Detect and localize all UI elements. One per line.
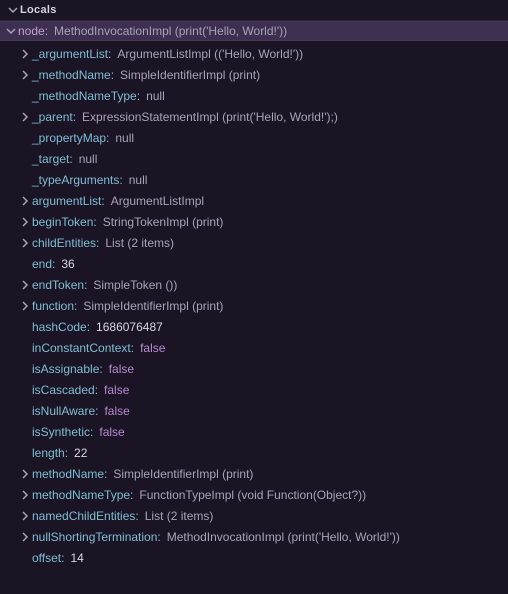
property-key: _methodNameType: <box>32 88 140 104</box>
tree-row: length: 22 <box>0 442 508 463</box>
property-key: beginToken: <box>32 214 97 230</box>
panel-header[interactable]: Locals <box>0 0 508 21</box>
tree-row: inConstantContext: false <box>0 337 508 358</box>
chevron-right-icon[interactable] <box>18 469 32 479</box>
property-value: ArgumentListImpl <box>111 193 204 209</box>
property-value: 14 <box>70 550 83 566</box>
property-key: length: <box>32 445 68 461</box>
property-key: _argumentList: <box>32 46 111 62</box>
tree-row: isNullAware: false <box>0 400 508 421</box>
tree-row: _target: null <box>0 148 508 169</box>
tree-row[interactable]: nullShortingTermination: MethodInvocation… <box>0 526 508 547</box>
property-value: null <box>146 88 165 104</box>
property-key: offset: <box>32 550 64 566</box>
chevron-right-icon[interactable] <box>18 301 32 311</box>
chevron-down-icon[interactable] <box>4 26 18 36</box>
property-value: false <box>140 340 165 356</box>
property-key: methodNameType: <box>32 487 133 503</box>
property-key: _propertyMap: <box>32 130 109 146</box>
property-value: StringTokenImpl (print) <box>103 214 224 230</box>
property-value: null <box>79 151 98 167</box>
tree-row[interactable]: _argumentList: ArgumentListImpl (('Hello,… <box>0 43 508 64</box>
tree-row[interactable]: argumentList: ArgumentListImpl <box>0 190 508 211</box>
tree-row: isSynthetic: false <box>0 421 508 442</box>
root-node-row[interactable]: node: MethodInvocationImpl (print('Hello… <box>0 21 508 41</box>
property-key: _parent: <box>32 109 76 125</box>
tree-row[interactable]: endToken: SimpleToken ()) <box>0 274 508 295</box>
tree-row[interactable]: methodNameType: FunctionTypeImpl (void Fu… <box>0 484 508 505</box>
chevron-right-icon[interactable] <box>18 280 32 290</box>
property-key: namedChildEntities: <box>32 508 139 524</box>
property-value: 22 <box>74 445 87 461</box>
property-value: SimpleIdentifierImpl (print) <box>113 466 253 482</box>
chevron-right-icon[interactable] <box>18 112 32 122</box>
property-key: _target: <box>32 151 73 167</box>
property-key: isSynthetic: <box>32 424 93 440</box>
chevron-right-icon[interactable] <box>18 217 32 227</box>
property-value: 36 <box>61 256 74 272</box>
property-value: false <box>109 361 134 377</box>
property-key: end: <box>32 256 55 272</box>
property-value: null <box>129 172 148 188</box>
tree-row: hashCode: 1686076487 <box>0 316 508 337</box>
tree-row[interactable]: namedChildEntities: List (2 items) <box>0 505 508 526</box>
property-value: SimpleIdentifierImpl (print) <box>83 298 223 314</box>
property-key: childEntities: <box>32 235 99 251</box>
tree-row: _methodNameType: null <box>0 85 508 106</box>
chevron-right-icon[interactable] <box>18 511 32 521</box>
tree-row: isAssignable: false <box>0 358 508 379</box>
property-value: 1686076487 <box>96 319 163 335</box>
root-value: MethodInvocationImpl (print('Hello, Worl… <box>54 24 287 38</box>
property-key: _typeArguments: <box>32 172 123 188</box>
property-value: false <box>104 382 129 398</box>
property-value: MethodInvocationImpl (print('Hello, Worl… <box>167 529 400 545</box>
chevron-right-icon[interactable] <box>18 196 32 206</box>
property-key: argumentList: <box>32 193 105 209</box>
property-value: false <box>104 403 129 419</box>
property-key: isAssignable: <box>32 361 103 377</box>
tree-row: _typeArguments: null <box>0 169 508 190</box>
property-value: List (2 items) <box>145 508 214 524</box>
tree-row[interactable]: _parent: ExpressionStatementImpl (print('… <box>0 106 508 127</box>
tree-row[interactable]: beginToken: StringTokenImpl (print) <box>0 211 508 232</box>
property-value: false <box>99 424 124 440</box>
property-key: methodName: <box>32 466 107 482</box>
property-value: ArgumentListImpl (('Hello, World!')) <box>117 46 303 62</box>
property-value: SimpleIdentifierImpl (print) <box>120 67 260 83</box>
tree-row[interactable]: methodName: SimpleIdentifierImpl (print) <box>0 463 508 484</box>
property-key: endToken: <box>32 277 87 293</box>
tree-row[interactable]: _methodName: SimpleIdentifierImpl (print) <box>0 64 508 85</box>
panel-title: Locals <box>20 4 57 16</box>
property-key: isCascaded: <box>32 382 98 398</box>
tree: _argumentList: ArgumentListImpl (('Hello,… <box>0 41 508 568</box>
property-value: null <box>115 130 134 146</box>
property-value: List (2 items) <box>105 235 174 251</box>
property-key: hashCode: <box>32 319 90 335</box>
property-value: FunctionTypeImpl (void Function(Object?)… <box>139 487 366 503</box>
tree-row: end: 36 <box>0 253 508 274</box>
property-key: isNullAware: <box>32 403 98 419</box>
chevron-right-icon[interactable] <box>18 238 32 248</box>
property-value: SimpleToken ()) <box>93 277 177 293</box>
property-key: function: <box>32 298 77 314</box>
property-key: nullShortingTermination: <box>32 529 161 545</box>
property-value: ExpressionStatementImpl (print('Hello, W… <box>82 109 338 125</box>
property-key: _methodName: <box>32 67 114 83</box>
property-key: inConstantContext: <box>32 340 134 356</box>
tree-row: offset: 14 <box>0 547 508 568</box>
chevron-right-icon[interactable] <box>18 49 32 59</box>
tree-row[interactable]: function: SimpleIdentifierImpl (print) <box>0 295 508 316</box>
chevron-right-icon[interactable] <box>18 490 32 500</box>
tree-row: _propertyMap: null <box>0 127 508 148</box>
chevron-right-icon[interactable] <box>18 70 32 80</box>
chevron-down-icon <box>6 5 20 15</box>
root-key: node: <box>18 24 48 38</box>
chevron-right-icon[interactable] <box>18 532 32 542</box>
tree-row[interactable]: childEntities: List (2 items) <box>0 232 508 253</box>
tree-row: isCascaded: false <box>0 379 508 400</box>
